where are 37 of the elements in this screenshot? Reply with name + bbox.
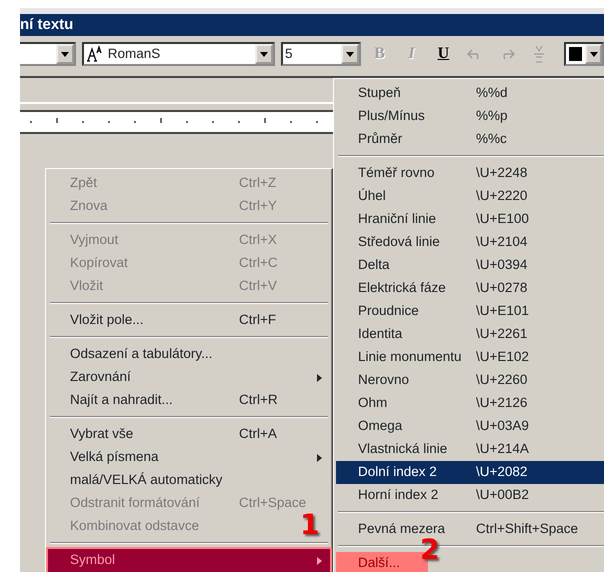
style-combo[interactable] (20, 42, 76, 66)
menu-item[interactable]: Identita \U+2261 (336, 323, 604, 346)
menu-item[interactable]: Ohm \U+2126 (336, 392, 604, 415)
menu-item[interactable]: Vybrat vše Ctrl+A (48, 423, 330, 446)
menu-item[interactable]: Elektrická fáze \U+0278 (336, 277, 604, 300)
submenu-arrow-icon (317, 556, 322, 564)
menu-item[interactable]: Zarovnání (48, 366, 330, 389)
menu-item[interactable]: Nerovno \U+2260 (336, 369, 604, 392)
submenu-arrow-icon (317, 454, 322, 462)
menu-item[interactable]: Středová linie \U+2104 (336, 231, 604, 254)
menu-item[interactable]: Najít a nahradit... Ctrl+R (48, 389, 330, 412)
menu-item[interactable]: Linie monumentu \U+E102 (336, 346, 604, 369)
menu-item[interactable]: Symbol (48, 549, 330, 572)
menu-item[interactable]: Horní index 2 \U+00B2 (336, 484, 604, 507)
menu-item[interactable]: malá/VELKÁ automaticky (48, 469, 330, 492)
font-icon (86, 45, 104, 63)
submenu-arrow-icon (317, 374, 322, 382)
menu-item[interactable]: Úhel \U+2220 (336, 185, 604, 208)
menu-item[interactable]: Plus/Mínus %%p (336, 105, 604, 128)
size-combo[interactable]: 5 (280, 42, 361, 66)
menu-item[interactable]: Průměr %%c (336, 128, 604, 151)
menu-item[interactable]: Hraniční linie \U+E100 (336, 208, 604, 231)
menu-item[interactable]: Omega \U+03A9 (336, 415, 604, 438)
menu-item[interactable]: Stupeň %%d (336, 82, 604, 105)
menu-item[interactable]: Vložit pole... Ctrl+F (48, 309, 330, 332)
menu-item[interactable]: Vlastnická linie \U+214A (336, 438, 604, 461)
font-combo[interactable]: RomanS (82, 42, 275, 66)
stack-fraction-icon (533, 44, 546, 64)
menu-item[interactable]: Proudnice \U+E101 (336, 300, 604, 323)
menu-item[interactable]: Odsazení a tabulátory... (48, 343, 330, 366)
menu-item[interactable]: Dolní index 2 \U+2082 (336, 461, 604, 484)
underline-button[interactable]: U (430, 41, 456, 67)
color-combo[interactable] (564, 42, 604, 66)
menu-item[interactable]: Velká písmena (48, 446, 330, 469)
menu-item[interactable]: Delta \U+0394 (336, 254, 604, 277)
window-title: ní textu (20, 14, 604, 36)
menu-item[interactable]: Téměř rovno \U+2248 (336, 162, 604, 185)
